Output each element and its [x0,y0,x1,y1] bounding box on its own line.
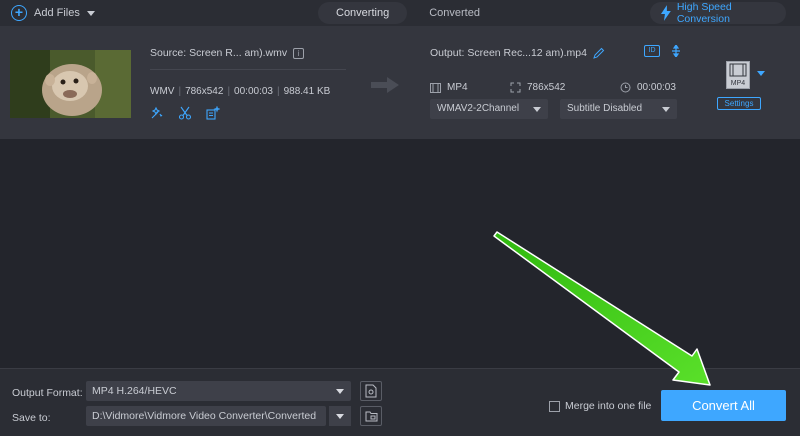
output-format: MP4 [447,82,468,93]
resize-icon [510,82,521,93]
merge-option[interactable]: Merge into one file [549,400,651,412]
mp4-format-icon-label: MP4 [731,80,746,87]
lightning-icon [660,5,671,21]
chevron-down-icon [336,389,344,394]
output-duration: 00:00:03 [637,82,676,93]
source-name-text: Source: Screen R... am).wmv [150,47,288,59]
tab-converted[interactable]: Converted [411,2,498,24]
video-thumbnail[interactable] [10,50,131,118]
separator: | [276,86,280,97]
film-icon [430,82,441,93]
chevron-down-icon [533,107,541,112]
source-file-name: Source: Screen R... am).wmv i [150,47,305,59]
source-tools [150,106,220,120]
save-to-path-field[interactable]: D:\Vidmore\Vidmore Video Converter\Conve… [86,406,326,426]
top-toolbar: + Add Files Converting Converted High Sp… [0,0,800,26]
subtitle-dropdown[interactable]: Subtitle Disabled [560,99,677,119]
arrow-right-icon [371,77,399,93]
high-speed-conversion-button[interactable]: High Speed Conversion [650,1,786,25]
format-settings-icon [365,384,377,398]
file-item-row: Source: Screen R... am).wmv i WMV | 786x… [0,26,800,139]
open-folder-button[interactable] [360,406,382,426]
merge-label: Merge into one file [565,400,652,412]
scissors-icon[interactable] [178,106,192,120]
divider [150,69,346,70]
3d-icon[interactable]: ID [644,45,660,57]
source-resolution: 786x542 [185,86,224,97]
output-meta: MP4 786x542 00:00:03 [430,82,680,96]
plus-icon: + [11,5,27,21]
chevron-down-icon [662,107,670,112]
output-file-name: Output: Screen Rec...12 am).mp4 [430,47,605,59]
clock-icon [620,82,631,93]
source-duration: 00:00:03 [234,86,273,97]
output-format-value: MP4 H.264/HEVC [92,385,177,397]
info-icon[interactable]: i [293,47,305,59]
output-resolution: 786x542 [527,82,566,93]
bottom-bar: Output Format: MP4 H.264/HEVC Save to: D… [0,368,800,436]
source-format: WMV [150,86,175,97]
chevron-down-icon [336,414,344,419]
monkey-thumbnail-image [10,50,131,118]
output-resolution-cell: 786x542 [510,82,565,93]
convert-all-button[interactable]: Convert All [661,390,786,421]
folder-icon [365,411,377,421]
separator: | [178,86,182,97]
pencil-icon[interactable] [593,47,605,59]
subtitle-value: Subtitle Disabled [567,103,643,114]
tab-converting[interactable]: Converting [318,2,408,24]
high-speed-label: High Speed Conversion [676,1,732,25]
audio-track-dropdown[interactable]: WMAV2-2Channel [430,99,548,119]
output-name-text: Output: Screen Rec...12 am).mp4 [430,47,587,59]
output-format-label: Output Format: [12,387,83,399]
chevron-down-icon[interactable] [86,10,95,16]
output-format-dropdown[interactable]: MP4 H.264/HEVC [86,381,351,401]
tab-bar: Converting Converted [318,2,498,24]
enhance-icon[interactable] [150,106,164,120]
mp4-format-icon[interactable]: MP4 [726,61,750,89]
separator: | [227,86,231,97]
output-format-cell: MP4 [430,82,468,93]
add-files-label: Add Files [34,7,80,19]
settings-button[interactable]: Settings [717,97,761,110]
source-meta: WMV | 786x542 | 00:00:03 | 988.41 KB [150,86,330,97]
output-badges: ID [644,45,682,57]
audio-track-value: WMAV2-2Channel [437,103,520,114]
save-to-dropdown-button[interactable] [328,406,351,426]
output-duration-cell: 00:00:03 [620,82,676,93]
add-files-button[interactable]: + Add Files [11,4,95,22]
save-to-value: D:\Vidmore\Vidmore Video Converter\Conve… [92,410,317,422]
save-to-label: Save to: [12,412,51,424]
merge-checkbox[interactable] [549,400,560,412]
move-icon[interactable] [670,45,682,57]
source-size: 988.41 KB [283,86,331,97]
format-settings-button[interactable] [360,381,382,401]
edit-effects-icon[interactable] [206,106,220,120]
chevron-down-icon[interactable] [757,71,765,76]
